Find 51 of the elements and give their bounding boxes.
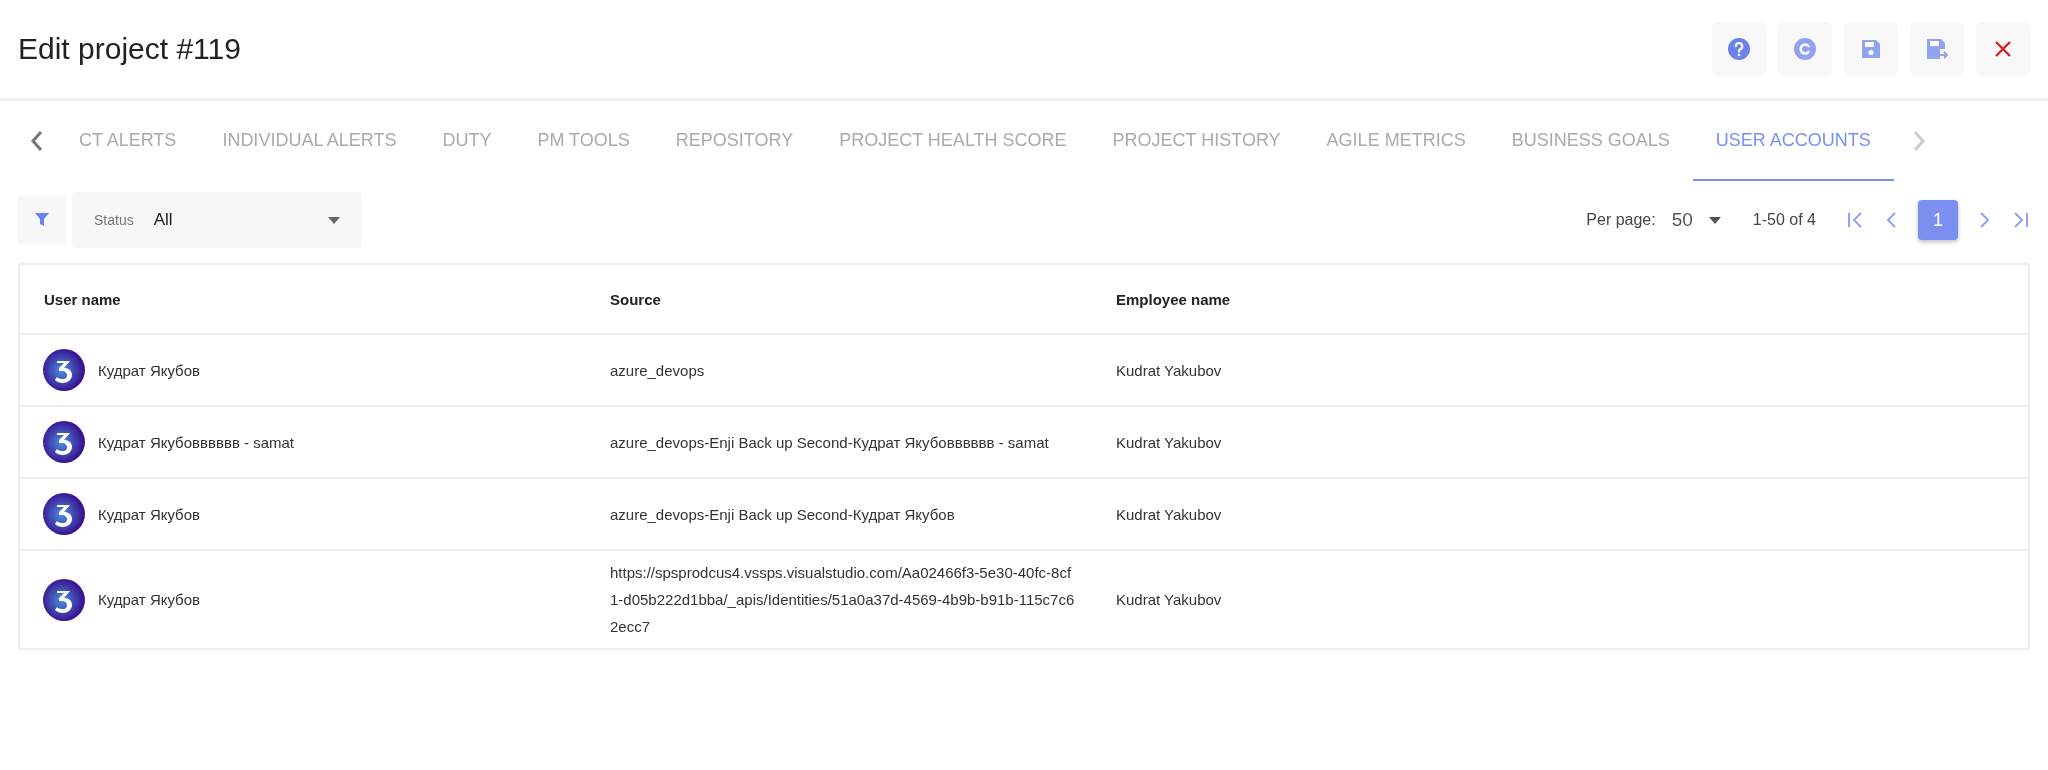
column-header: Source — [610, 290, 662, 308]
employee-name-cell-text: Kudrat Yakubov — [1116, 360, 1223, 381]
scroll-left-icon[interactable] — [30, 130, 44, 152]
tab[interactable]: INDIVIDUAL ALERTS — [199, 101, 420, 181]
tab[interactable]: PM TOOLS — [514, 101, 653, 181]
employee-name-cell-text: Kudrat Yakubov — [1116, 504, 1223, 525]
close-icon — [1993, 39, 2013, 59]
page-range: 1-50 of 4 — [1752, 211, 1816, 229]
scroll-right-icon[interactable] — [1911, 130, 1926, 152]
user-name-cell: Кудрат Якубов — [98, 361, 201, 379]
avatar-icon — [42, 577, 86, 622]
save-button[interactable] — [1844, 22, 1898, 76]
save-arrow-icon — [1925, 37, 1949, 61]
copyright-button[interactable] — [1778, 22, 1832, 76]
help-button[interactable] — [1712, 22, 1766, 76]
user-name-cell: Кудрат Якубов — [98, 591, 201, 608]
caret-icon — [1708, 216, 1721, 224]
tab[interactable]: PROJECT HEALTH SCORE — [816, 101, 1090, 181]
source-cell-text: azure_devops-Enji Back up Second-Кудрат Якубов — [610, 504, 956, 525]
close-button[interactable] — [1976, 22, 2030, 76]
status-select[interactable]: Status All — [72, 192, 362, 248]
source-cell-text: azure_devops — [610, 360, 706, 381]
source-cell-text: https://spsprodcus4.vssps.visualstudio.com/Aa02466f3-5e30-40fc-8cf1-d05b222d1bba/_apis/Identities/51a0a37d-4569-4b9b-b91b-115c7c62ecc7 — [610, 563, 1076, 637]
tab[interactable]: REPOSITORY — [652, 101, 817, 181]
avatar-icon — [42, 420, 86, 464]
tab[interactable]: CT ALERTS — [56, 101, 200, 181]
filter-icon — [34, 212, 50, 228]
save-and-exit-button[interactable] — [1910, 22, 1964, 76]
tab[interactable]: PROJECT HISTORY — [1089, 101, 1304, 181]
employee-name-cell-text: Kudrat Yakubov — [1116, 590, 1223, 610]
tab[interactable]: DUTY — [419, 101, 515, 181]
employee-name-cell-text: Kudrat Yakubov — [1116, 432, 1223, 453]
column-header: User name — [43, 290, 122, 308]
tab[interactable]: AGILE METRICS — [1303, 101, 1489, 181]
per-page-select[interactable]: 50 — [1671, 209, 1721, 231]
help-icon — [1727, 37, 1751, 61]
copyright-icon — [1793, 37, 1817, 61]
avatar-icon — [42, 348, 86, 392]
save-icon — [1860, 38, 1882, 60]
user-name-cell: Кудрат Якубов — [98, 505, 201, 523]
caret-icon — [328, 216, 340, 224]
tab[interactable]: USER ACCOUNTS — [1692, 101, 1894, 181]
page-title: Edit project #119 — [18, 32, 241, 66]
tab[interactable]: BUSINESS GOALS — [1488, 101, 1693, 181]
column-header: Employee name — [1116, 290, 1232, 308]
per-page-label: Per page: — [1586, 211, 1656, 229]
user-name-cell: Кудрат Якубовввввв - samat — [98, 433, 295, 451]
source-cell-text: azure_devops-Enji Back up Second-Кудрат Якубовввввв - samat — [610, 432, 1050, 453]
page-button[interactable]: 1 — [1918, 200, 1958, 240]
avatar-icon — [42, 492, 86, 536]
filter-button[interactable] — [18, 196, 66, 244]
